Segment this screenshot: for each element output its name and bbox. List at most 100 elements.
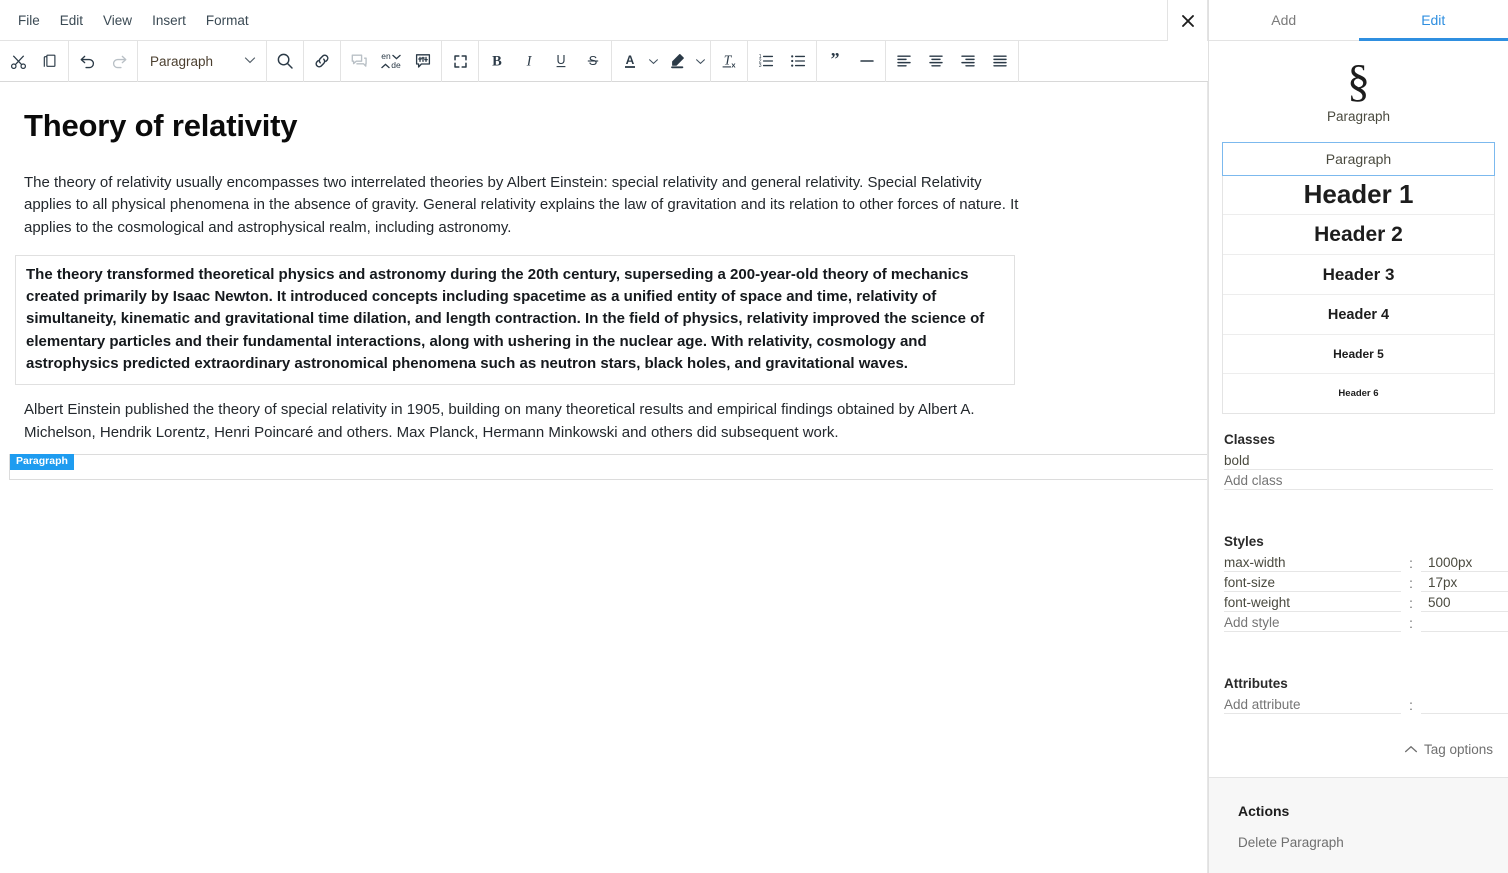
speech-settings-icon <box>414 52 432 70</box>
highlight-color-button[interactable] <box>661 45 693 78</box>
panel-content: § Paragraph Paragraph Header 1 Header 2 … <box>1209 41 1508 873</box>
add-class-row[interactable] <box>1224 470 1493 490</box>
style-prop-font-weight[interactable] <box>1224 594 1401 612</box>
undo-icon <box>78 52 97 71</box>
class-row[interactable] <box>1224 450 1493 470</box>
align-justify-button[interactable] <box>984 45 1016 78</box>
bold-button[interactable]: B <box>481 45 513 78</box>
add-style-prop-input[interactable] <box>1224 614 1401 632</box>
translate-icon: en de <box>381 52 400 70</box>
add-attribute-row[interactable]: : <box>1224 694 1508 714</box>
attributes-section: Attributes : <box>1209 658 1508 714</box>
search-icon <box>276 52 294 70</box>
clear-formatting-button[interactable]: T x <box>713 45 745 78</box>
editor-pane: File Edit View Insert Format Paragraph e… <box>0 0 1208 873</box>
paragraph-2-selected-style[interactable]: The theory transformed theoretical physi… <box>15 254 1015 386</box>
paragraph-1[interactable]: The theory of relativity usually encompa… <box>24 172 1024 239</box>
style-row-font-weight[interactable]: : <box>1224 592 1508 612</box>
align-left-button[interactable] <box>888 45 920 78</box>
align-right-button[interactable] <box>952 45 984 78</box>
style-value-font-weight[interactable] <box>1421 594 1508 612</box>
paragraph-3[interactable]: Albert Einstein published the theory of … <box>24 399 1024 444</box>
paragraph-section-icon: § <box>1347 55 1370 106</box>
selected-tag-name: Paragraph <box>1326 109 1391 124</box>
block-type-header-6[interactable]: Header 6 <box>1223 374 1494 413</box>
menu-item-insert[interactable]: Insert <box>142 8 196 33</box>
tab-edit[interactable]: Edit <box>1358 0 1508 41</box>
link-icon <box>313 52 331 70</box>
tag-options-toggle[interactable]: Tag options <box>1209 742 1508 757</box>
block-type-header-2[interactable]: Header 2 <box>1223 215 1494 255</box>
block-type-header-5-label: Header 5 <box>1333 347 1384 361</box>
tab-add-label: Add <box>1271 12 1297 28</box>
add-attribute-value-input[interactable] <box>1421 696 1508 714</box>
fullscreen-button[interactable] <box>444 45 476 78</box>
text-color-button[interactable]: A <box>614 45 646 78</box>
delete-paragraph-action[interactable]: Delete Paragraph <box>1238 835 1493 850</box>
italic-button[interactable]: I <box>513 45 545 78</box>
redo-button[interactable] <box>103 45 135 78</box>
toolbar-group-clipboard <box>0 40 69 82</box>
strikethrough-button[interactable]: S <box>577 45 609 78</box>
style-row-max-width[interactable]: : <box>1224 552 1508 572</box>
block-type-header-5[interactable]: Header 5 <box>1223 335 1494 374</box>
toolbar-group-clear: T x <box>711 40 748 82</box>
blockquote-button[interactable]: ” <box>819 45 851 78</box>
svg-text:B: B <box>492 53 502 69</box>
block-type-paragraph[interactable]: Paragraph <box>1222 142 1495 176</box>
document-body[interactable]: Theory of relativity The theory of relat… <box>0 82 1207 480</box>
undo-button[interactable] <box>71 45 103 78</box>
close-icon <box>1180 13 1196 29</box>
style-separator: : <box>1409 596 1413 611</box>
underline-button[interactable]: U <box>545 45 577 78</box>
add-style-value-input[interactable] <box>1421 614 1508 632</box>
close-button[interactable] <box>1167 0 1208 41</box>
block-type-header-4[interactable]: Header 4 <box>1223 295 1494 335</box>
style-value-font-size[interactable] <box>1421 574 1508 592</box>
menu-item-edit[interactable]: Edit <box>50 8 93 33</box>
menu-item-file[interactable]: File <box>8 8 50 33</box>
menu-item-format[interactable]: Format <box>196 8 259 33</box>
link-button[interactable] <box>306 45 338 78</box>
translate-source-lang: en <box>381 51 391 61</box>
block-type-select[interactable]: Paragraph <box>140 45 264 78</box>
text-color-dropdown[interactable] <box>646 45 661 78</box>
block-type-header-3[interactable]: Header 3 <box>1223 255 1494 295</box>
add-attribute-prop-input[interactable] <box>1224 696 1401 714</box>
toolbar-group-tools: en de <box>341 40 442 82</box>
ordered-list-icon: 1 2 3 <box>757 52 775 70</box>
class-value-input[interactable] <box>1224 452 1493 469</box>
align-left-icon <box>895 52 913 70</box>
page-title: Theory of relativity <box>24 108 298 143</box>
status-badge: Paragraph <box>10 453 74 470</box>
translate-target-lang: de <box>391 60 401 70</box>
style-prop-max-width[interactable] <box>1224 554 1401 572</box>
ordered-list-button[interactable]: 1 2 3 <box>750 45 782 78</box>
menu-item-view[interactable]: View <box>93 8 142 33</box>
cut-button[interactable] <box>2 45 34 78</box>
speech-settings-button[interactable] <box>407 45 439 78</box>
align-center-button[interactable] <box>920 45 952 78</box>
selected-empty-paragraph[interactable]: Paragraph <box>9 453 1207 480</box>
translate-button[interactable]: en de <box>375 45 407 78</box>
add-style-row[interactable]: : <box>1224 612 1508 632</box>
highlight-color-dropdown[interactable] <box>693 45 708 78</box>
toolbar-group-inline: B I U S <box>479 40 612 82</box>
svg-text:x: x <box>731 60 736 69</box>
block-type-header-1[interactable]: Header 1 <box>1223 175 1494 215</box>
search-button[interactable] <box>269 45 301 78</box>
document-scroll-area[interactable]: Theory of relativity The theory of relat… <box>0 82 1208 873</box>
toolbar-group-search <box>267 40 304 82</box>
horizontal-rule-button[interactable] <box>851 45 883 78</box>
tab-add[interactable]: Add <box>1209 0 1359 40</box>
add-class-input[interactable] <box>1224 472 1493 489</box>
toolbar-group-align <box>886 40 1019 82</box>
redo-icon <box>110 52 129 71</box>
comment-button[interactable] <box>343 45 375 78</box>
unordered-list-button[interactable] <box>782 45 814 78</box>
style-value-max-width[interactable] <box>1421 554 1508 572</box>
copy-button[interactable] <box>34 45 66 78</box>
style-prop-font-size[interactable] <box>1224 574 1401 592</box>
style-row-font-size[interactable]: : <box>1224 572 1508 592</box>
toolbar-group-fullscreen <box>442 40 479 82</box>
